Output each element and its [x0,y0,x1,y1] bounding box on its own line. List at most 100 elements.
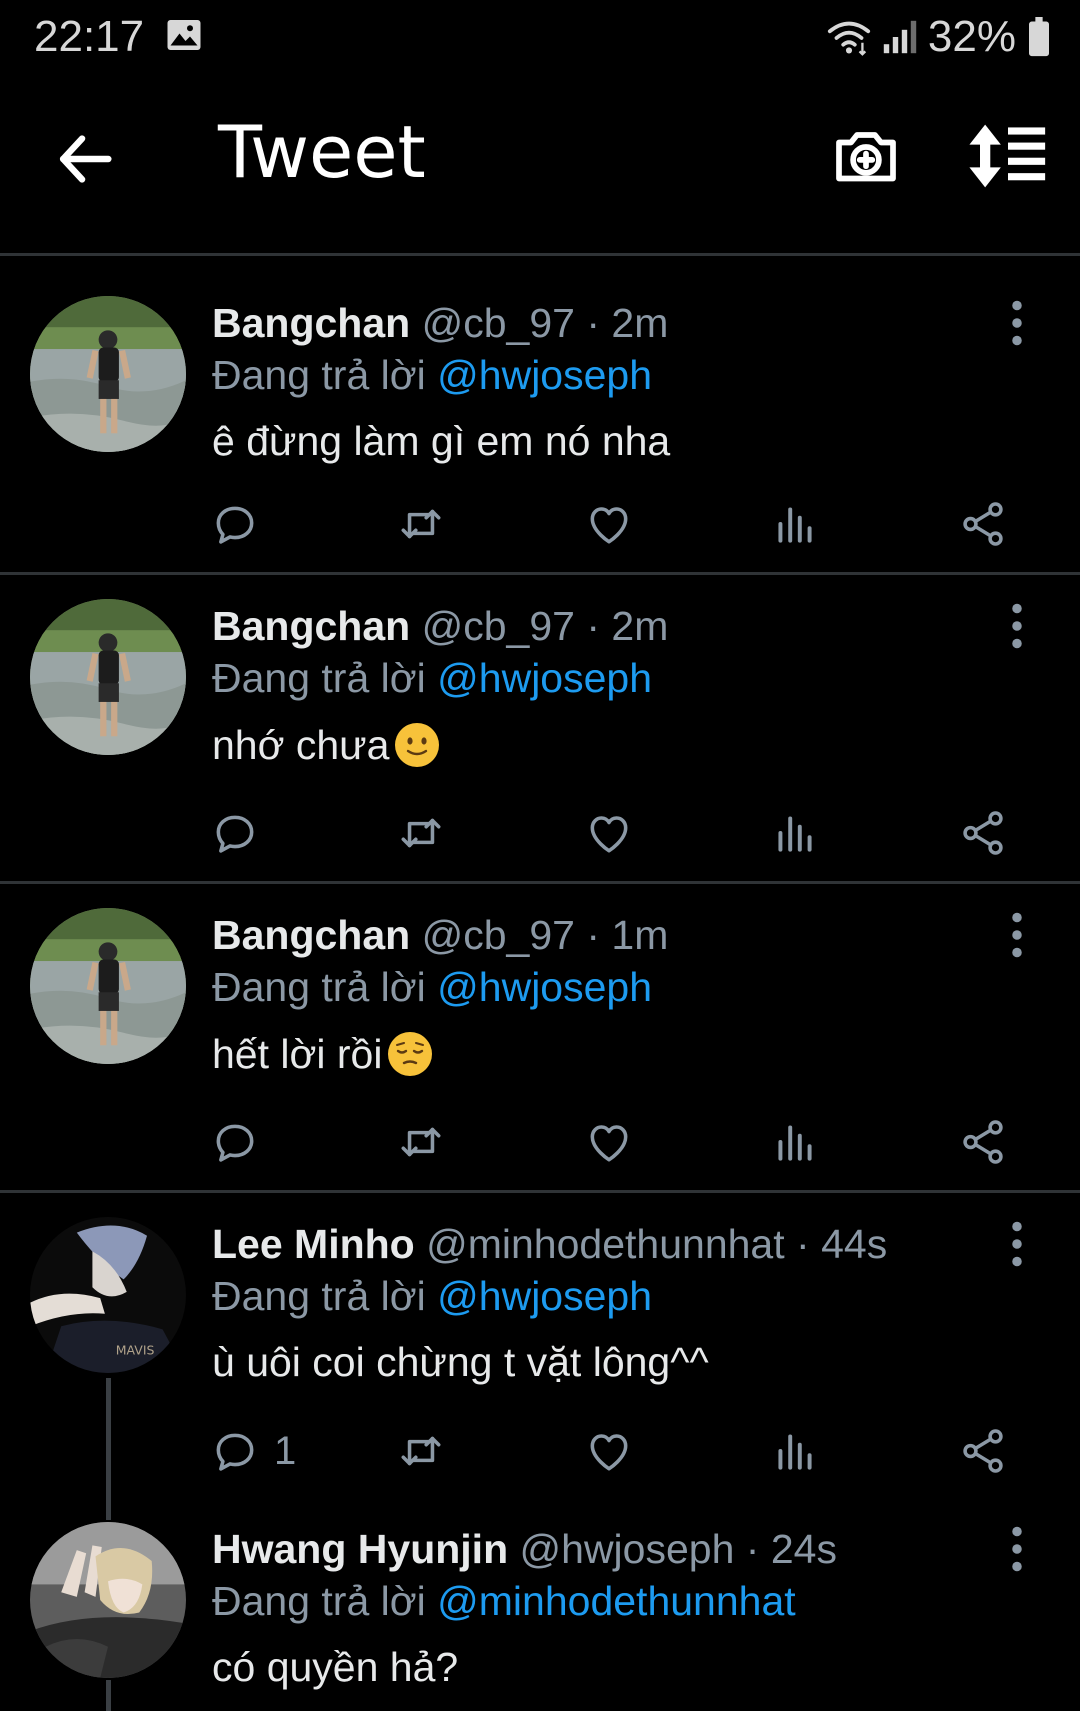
share-icon [958,499,1008,549]
mention-link[interactable]: @hwjoseph [437,655,652,701]
back-arrow-icon[interactable] [50,124,120,194]
replying-to: Đang trả lời @hwjoseph [212,655,652,702]
tweet[interactable]: Lee Minho @minhodethunnhat · 44s Đang tr… [0,1193,1080,1513]
avatar[interactable] [30,1217,186,1373]
replying-prefix: Đang trả lời [212,964,426,1010]
share-button[interactable] [958,1112,1008,1172]
retweet-icon [396,1117,446,1167]
wifi-icon [827,21,871,56]
tweet-text: ù uôi coi chừng t vặt lông^^ [212,1339,709,1386]
tweet-actions [0,1112,1080,1172]
replying-prefix: Đang trả lời [212,1273,426,1319]
mention-link[interactable]: @hwjoseph [437,964,652,1010]
more-options-icon[interactable] [1002,910,1032,960]
retweet-button[interactable] [396,803,446,863]
reply-button[interactable]: 1 [210,1421,296,1481]
display-name[interactable]: Lee Minho [212,1221,415,1267]
tweet-actions [0,494,1080,554]
handle[interactable]: @minhodethunnhat [426,1221,785,1267]
camera-add-icon[interactable] [830,120,902,192]
like-button[interactable] [584,494,634,554]
tweet-actions [0,803,1080,863]
mention-link[interactable]: @hwjoseph [437,1273,652,1319]
share-button[interactable] [958,803,1008,863]
display-name[interactable]: Hwang Hyunjin [212,1526,508,1572]
tweet-text: có quyền hả? [212,1644,458,1691]
reply-icon [210,1426,260,1476]
timestamp: 1m [611,912,669,958]
pensive-emoji-icon [386,1030,434,1078]
analytics-button[interactable] [770,1421,820,1481]
meta-separator: · [586,603,601,649]
replying-to: Đang trả lời @hwjoseph [212,964,652,1011]
tweet[interactable]: Hwang Hyunjin @hwjoseph · 24s Đang trả l… [0,1498,1080,1711]
meta-separator: · [586,912,601,958]
reply-button[interactable] [210,803,260,863]
app-header: Tweet [0,80,1080,255]
tweet-text-body: hết lời rồi [212,1031,383,1077]
more-options-icon[interactable] [1002,601,1032,651]
retweet-button[interactable] [396,494,446,554]
replying-prefix: Đang trả lời [212,655,426,701]
reply-button[interactable] [210,1112,260,1172]
replying-to: Đang trả lời @hwjoseph [212,352,652,399]
analytics-button[interactable] [770,803,820,863]
display-name[interactable]: Bangchan [212,912,410,958]
more-options-icon[interactable] [1002,1524,1032,1574]
timestamp: 2m [611,300,669,346]
stats-icon [770,1426,820,1476]
like-button[interactable] [584,1421,634,1481]
like-button[interactable] [584,1112,634,1172]
tweet-text-body: ê đừng làm gì em nó nha [212,418,671,464]
avatar[interactable] [30,908,186,1064]
tweet-header: Lee Minho @minhodethunnhat · 44s [212,1221,887,1268]
timestamp: 24s [770,1526,837,1572]
timestamp: 2m [611,603,669,649]
avatar[interactable] [30,296,186,452]
tweet[interactable]: Bangchan @cb_97 · 1m Đang trả lời @hwjos… [0,884,1080,1191]
share-icon [958,1426,1008,1476]
heart-icon [584,1117,634,1167]
analytics-button[interactable] [770,1112,820,1172]
display-name[interactable]: Bangchan [212,300,410,346]
battery-percent: 32% [927,12,1016,61]
heart-icon [584,808,634,858]
retweet-icon [396,808,446,858]
avatar[interactable] [30,599,186,755]
reply-icon [210,499,260,549]
header-divider [0,253,1080,256]
more-options-icon[interactable] [1002,1219,1032,1269]
more-options-icon[interactable] [1002,298,1032,348]
meta-separator: · [745,1526,760,1572]
tweet-text-body: nhớ chưa [212,722,390,768]
battery-icon [1029,17,1049,57]
tweet[interactable]: Bangchan @cb_97 · 2m Đang trả lời @hwjos… [0,258,1080,570]
reply-icon [210,1117,260,1167]
replying-prefix: Đang trả lời [212,352,426,398]
handle[interactable]: @hwjoseph [520,1526,735,1572]
replying-prefix: Đang trả lời [212,1578,426,1624]
handle[interactable]: @cb_97 [422,912,575,958]
handle[interactable]: @cb_97 [422,603,575,649]
mention-link[interactable]: @hwjoseph [437,352,652,398]
analytics-button[interactable] [770,494,820,554]
avatar[interactable] [30,1522,186,1678]
reply-button[interactable] [210,494,260,554]
display-name[interactable]: Bangchan [212,603,410,649]
signal-icon [883,20,917,54]
retweet-button[interactable] [396,1421,446,1481]
slight-smile-emoji-icon [393,721,441,769]
tweet-text-body: có quyền hả? [212,1644,459,1690]
tweet[interactable]: Bangchan @cb_97 · 2m Đang trả lời @hwjos… [0,575,1080,882]
handle[interactable]: @cb_97 [422,300,575,346]
share-icon [958,1117,1008,1167]
share-button[interactable] [958,494,1008,554]
heart-icon [584,499,634,549]
retweet-button[interactable] [396,1112,446,1172]
like-button[interactable] [584,803,634,863]
status-bar: 22:17 32% [0,0,1080,80]
mention-link[interactable]: @minhodethunnhat [437,1578,796,1624]
sort-icon[interactable] [968,120,1048,192]
replying-to: Đang trả lời @hwjoseph [212,1273,652,1320]
share-button[interactable] [958,1421,1008,1481]
